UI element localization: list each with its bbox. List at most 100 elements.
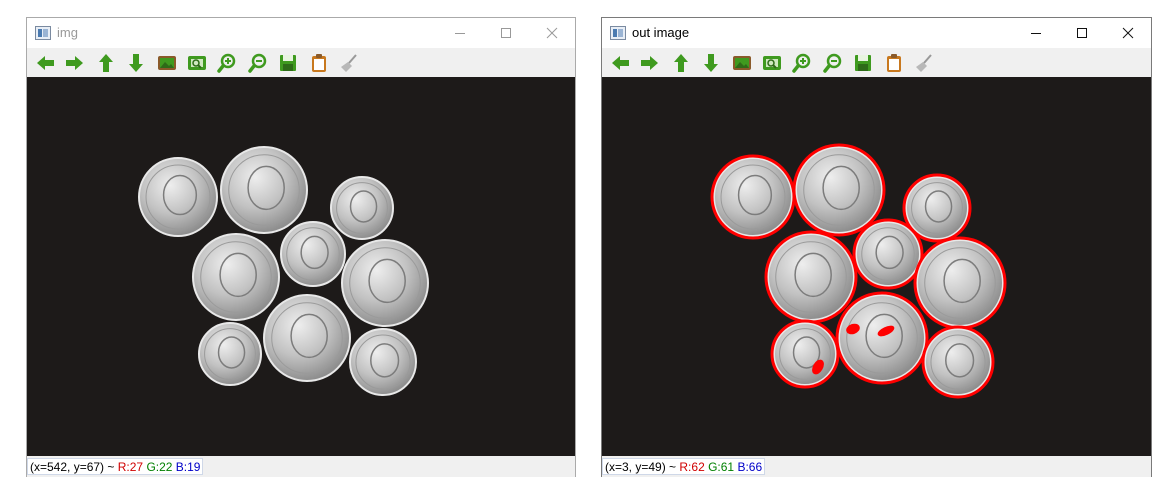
- coin: [905, 176, 969, 240]
- maximize-icon: [1077, 28, 1087, 38]
- zoom-in-icon: [217, 53, 236, 73]
- coins-image: [27, 77, 575, 456]
- zoom-original-button[interactable]: [730, 51, 754, 75]
- zoom-out-icon: [248, 53, 267, 73]
- pan-down-button[interactable]: [699, 51, 723, 75]
- minimize-button[interactable]: [437, 18, 483, 48]
- close-button[interactable]: [529, 18, 575, 48]
- pan-up-button[interactable]: [669, 51, 693, 75]
- window-title: out image: [632, 25, 690, 40]
- coin: [767, 233, 855, 321]
- save-icon: [855, 55, 872, 71]
- broom-icon: [916, 54, 932, 72]
- zoom-original-button[interactable]: [155, 51, 179, 75]
- arrow-down-icon: [129, 54, 144, 72]
- image-canvas[interactable]: [602, 77, 1151, 456]
- maximize-icon: [501, 28, 511, 38]
- coins-image-with-contours: [602, 77, 1151, 456]
- pan-left-button[interactable]: [608, 51, 632, 75]
- pan-right-button[interactable]: [638, 51, 662, 75]
- status-bar: (x=542, y=67) ~ R:27 G:22 B:19: [27, 456, 575, 477]
- zoom-out-icon: [823, 53, 842, 73]
- image-canvas[interactable]: [27, 77, 575, 456]
- close-icon: [1122, 27, 1134, 39]
- properties-button[interactable]: [307, 51, 331, 75]
- pan-down-button[interactable]: [124, 51, 148, 75]
- coin: [916, 239, 1004, 327]
- clear-button[interactable]: [912, 51, 936, 75]
- zoom-in-button[interactable]: [790, 51, 814, 75]
- coin: [198, 322, 262, 386]
- minimize-icon: [455, 33, 465, 34]
- zoom-out-button[interactable]: [246, 51, 270, 75]
- window-title: img: [57, 25, 78, 40]
- maximize-button[interactable]: [1059, 18, 1105, 48]
- coin: [838, 294, 926, 382]
- pan-left-button[interactable]: [33, 51, 57, 75]
- coords-text: (x=542, y=67) ~: [30, 460, 115, 474]
- coin: [280, 221, 346, 287]
- zoom-in-button[interactable]: [215, 51, 239, 75]
- toolbar: [27, 48, 575, 77]
- arrow-up-icon: [673, 54, 688, 72]
- blue-value: B:66: [737, 460, 763, 474]
- zoom-fit-icon: [763, 56, 781, 70]
- app-window-icon: [35, 26, 51, 40]
- red-value: R:27: [117, 460, 144, 474]
- coin: [192, 233, 280, 321]
- zoom-out-button[interactable]: [821, 51, 845, 75]
- arrow-down-icon: [704, 54, 719, 72]
- zoom-fit-icon: [188, 56, 206, 70]
- save-button[interactable]: [851, 51, 875, 75]
- zoom-fit-button[interactable]: [185, 51, 209, 75]
- arrow-left-icon: [37, 56, 54, 70]
- arrow-left-icon: [612, 56, 629, 70]
- coin: [341, 239, 429, 327]
- blue-value: B:19: [175, 460, 201, 474]
- window-out-image: out image (x=3, y=49) ~ R:62 G:61 B:66: [601, 17, 1152, 477]
- minimize-button[interactable]: [1013, 18, 1059, 48]
- broom-icon: [341, 54, 357, 72]
- arrow-right-icon: [66, 56, 84, 70]
- arrow-right-icon: [641, 56, 659, 70]
- zoom-in-icon: [792, 53, 811, 73]
- coin: [773, 322, 837, 386]
- coin: [263, 294, 351, 382]
- title-bar[interactable]: out image: [602, 18, 1151, 48]
- title-bar[interactable]: img: [27, 18, 575, 48]
- arrow-up-icon: [98, 54, 113, 72]
- clipboard-icon: [311, 54, 326, 72]
- image-icon: [732, 56, 751, 70]
- close-icon: [546, 27, 558, 39]
- zoom-fit-button[interactable]: [760, 51, 784, 75]
- save-button[interactable]: [276, 51, 300, 75]
- app-window-icon: [610, 26, 626, 40]
- green-value: G:61: [708, 460, 735, 474]
- pan-right-button[interactable]: [63, 51, 87, 75]
- coin: [330, 176, 394, 240]
- clipboard-icon: [886, 54, 901, 72]
- clear-button[interactable]: [337, 51, 361, 75]
- close-button[interactable]: [1105, 18, 1151, 48]
- pixel-info: (x=3, y=49) ~ R:62 G:61 B:66: [602, 458, 766, 475]
- coin: [855, 221, 921, 287]
- status-bar: (x=3, y=49) ~ R:62 G:61 B:66: [602, 456, 1151, 477]
- coin: [713, 157, 793, 237]
- minimize-icon: [1031, 33, 1041, 34]
- pixel-info: (x=542, y=67) ~ R:27 G:22 B:19: [27, 458, 204, 475]
- toolbar: [602, 48, 1151, 77]
- coin: [138, 157, 218, 237]
- red-value: R:62: [679, 460, 705, 474]
- coin: [795, 146, 883, 234]
- save-icon: [280, 55, 297, 71]
- maximize-button[interactable]: [483, 18, 529, 48]
- coords-text: (x=3, y=49) ~: [605, 460, 677, 474]
- coin: [349, 328, 417, 396]
- green-value: G:22: [146, 460, 173, 474]
- window-img: img (x=542, y=67) ~ R:27 G:22 B:19: [26, 17, 576, 477]
- properties-button[interactable]: [882, 51, 906, 75]
- coin: [220, 146, 308, 234]
- coin: [924, 328, 992, 396]
- image-icon: [157, 56, 176, 70]
- pan-up-button[interactable]: [94, 51, 118, 75]
